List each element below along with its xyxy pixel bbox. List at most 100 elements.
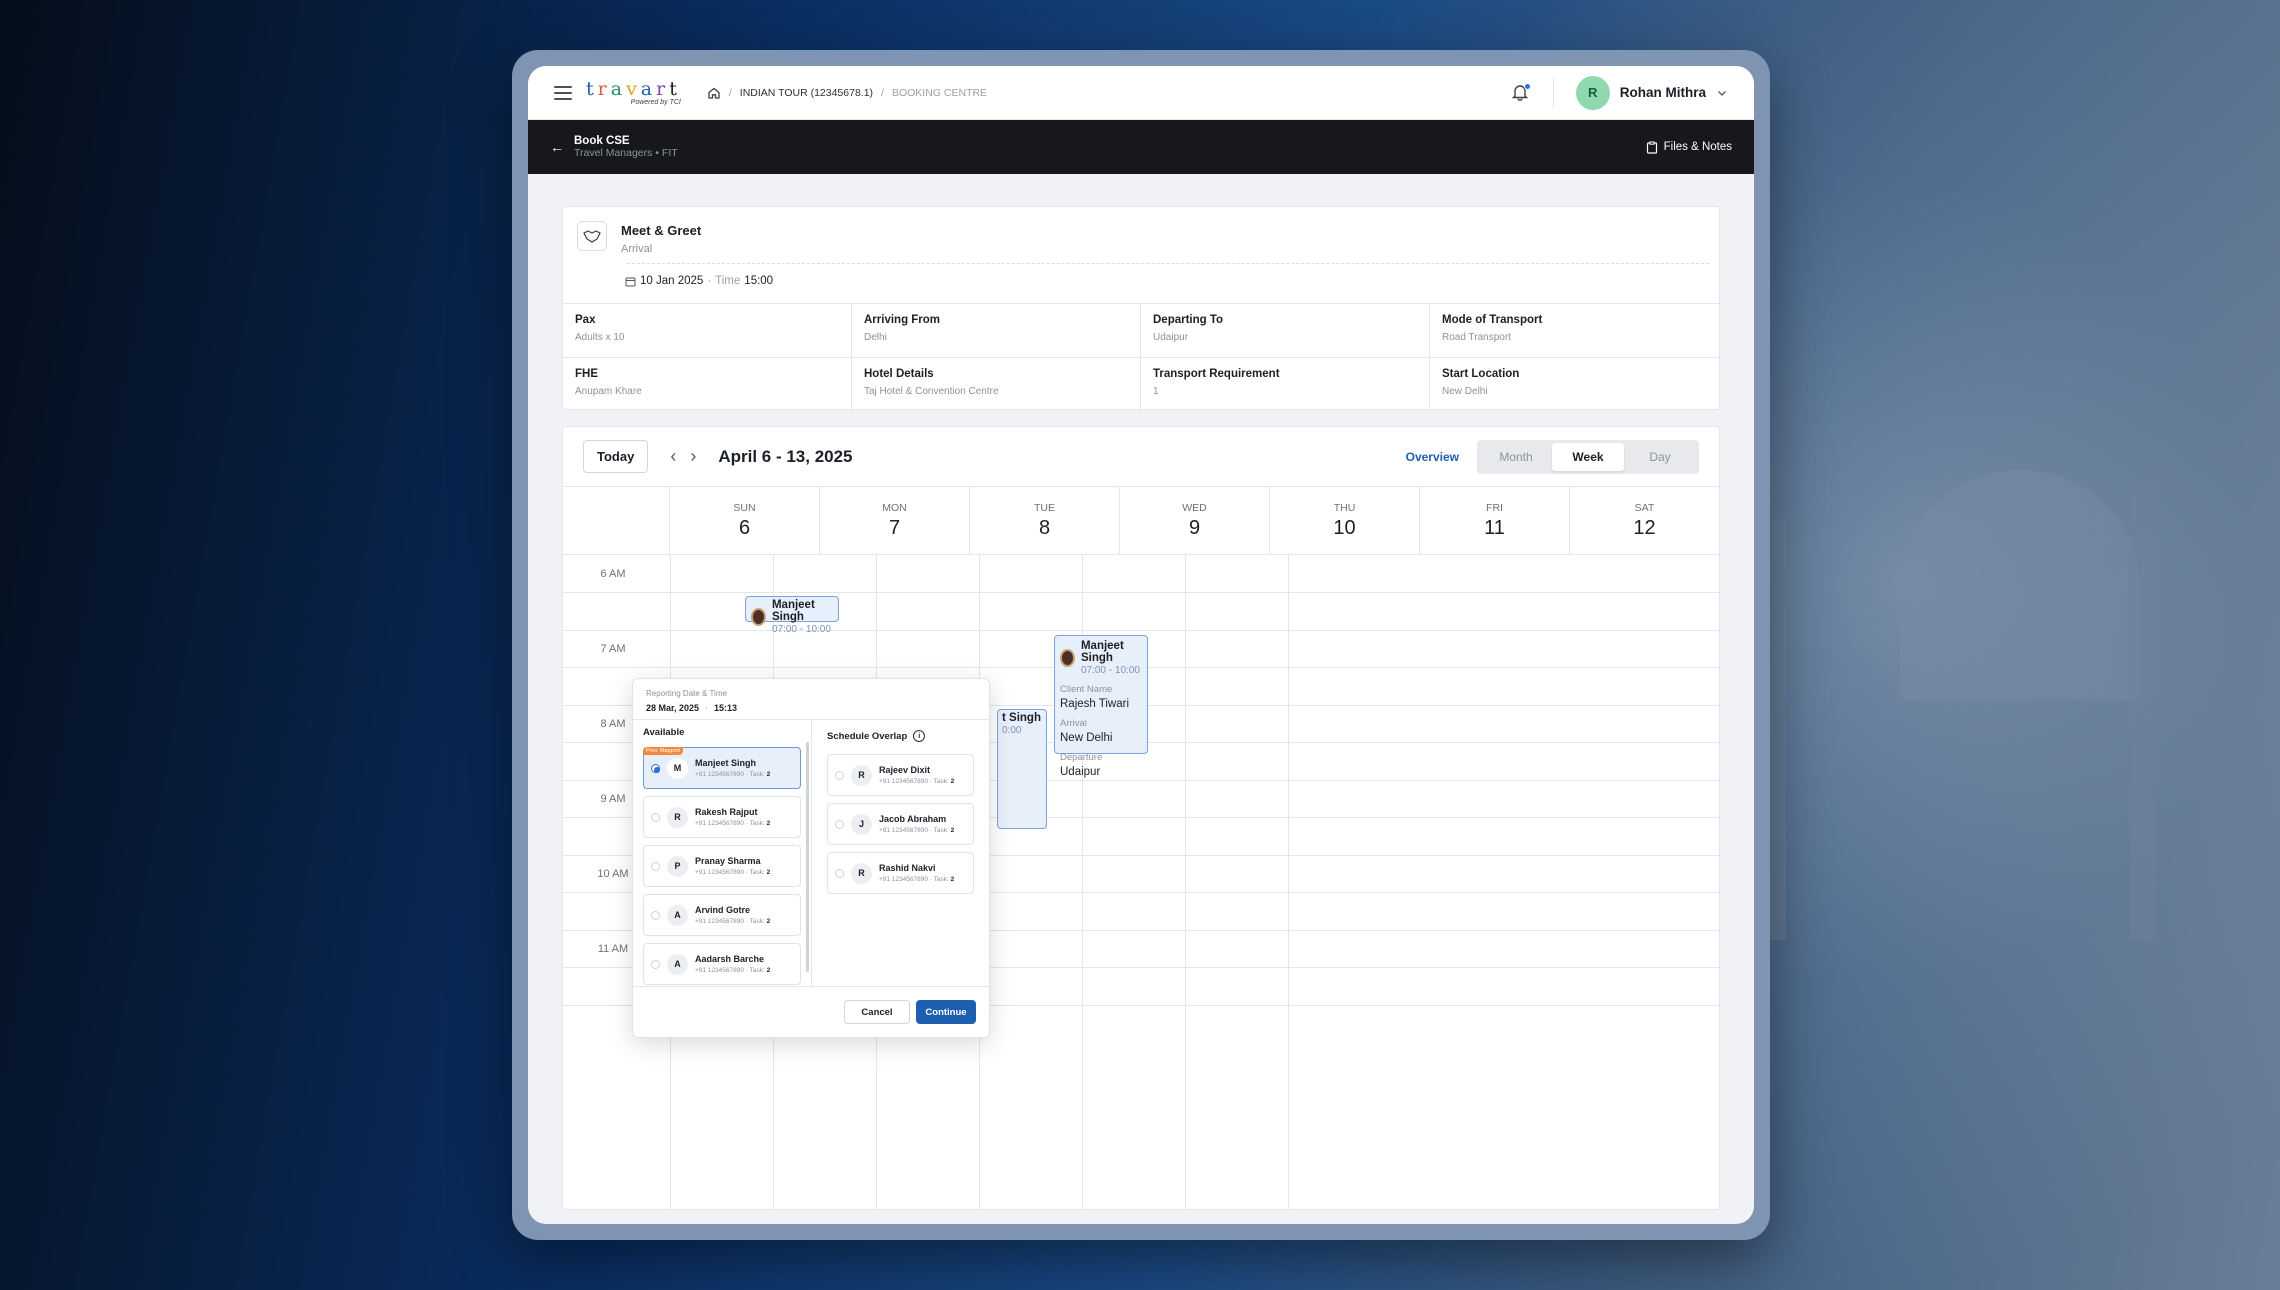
info-icon[interactable]: i xyxy=(913,730,926,742)
avatar xyxy=(1060,649,1075,667)
event-card[interactable]: t Singh 0:00 xyxy=(997,709,1047,829)
task-count: 2 xyxy=(766,771,771,778)
brand-wordmark: travart xyxy=(586,77,681,100)
task-label: Task: xyxy=(933,778,949,785)
detail-cell: Arriving From Delhi xyxy=(852,304,1141,358)
brand-sub: Powered by TCI xyxy=(630,98,681,106)
cancel-button[interactable]: Cancel xyxy=(844,1000,910,1024)
detail-value: Adults x 10 xyxy=(575,332,625,343)
day-name: SAT xyxy=(1634,501,1655,514)
task-label: Task: xyxy=(933,876,949,883)
menu-icon[interactable] xyxy=(554,85,572,100)
overview-link[interactable]: Overview xyxy=(1406,450,1459,464)
view-week[interactable]: Week xyxy=(1552,442,1624,471)
home-icon[interactable] xyxy=(707,86,721,100)
day-number: 8 xyxy=(1038,516,1051,539)
event-name: Manjeet Singh xyxy=(1080,640,1124,664)
day-header[interactable]: FRI 11 xyxy=(1420,487,1570,554)
breadcrumb-separator: / xyxy=(728,86,732,99)
today-button[interactable]: Today xyxy=(583,440,649,473)
radio-button[interactable] xyxy=(835,868,844,878)
avatar xyxy=(751,608,766,626)
detail-cell: Departing To Udaipur xyxy=(1141,304,1430,358)
day-header[interactable]: WED 9 xyxy=(1120,487,1270,554)
overlap-title: Schedule Overlap xyxy=(827,730,908,742)
person-name: Pranay Sharma xyxy=(695,856,761,866)
device-frame: travart Powered by TCI / INDIAN TOUR (12… xyxy=(512,50,1770,1240)
avatar: A xyxy=(667,904,688,926)
person-meta: +91 1234567890 · Task: 2 xyxy=(695,967,771,974)
detail-value: Delhi xyxy=(864,332,887,343)
radio-button[interactable] xyxy=(651,959,660,969)
person-name: Aadarsh Barche xyxy=(695,954,765,964)
person-phone: +91 1234567890 xyxy=(695,820,744,827)
reporting-datetime: 28 Mar, 2025 · 15:13 xyxy=(646,703,976,713)
calendar-icon xyxy=(625,277,636,286)
available-person[interactable]: P Pranay Sharma +91 1234567890 · Task: 2 xyxy=(643,845,801,887)
overlap-header: Schedule Overlap i xyxy=(827,730,974,742)
day-name: THU xyxy=(1333,501,1356,514)
files-notes-button[interactable]: Files & Notes xyxy=(1646,141,1732,154)
time-label: 6 AM xyxy=(600,568,626,580)
day-header[interactable]: SUN 6 xyxy=(670,487,820,554)
overlap-person[interactable]: J Jacob Abraham +91 1234567890 · Task: 2 xyxy=(827,803,974,845)
available-person[interactable]: A Arvind Gotre +91 1234567890 · Task: 2 xyxy=(643,894,801,936)
brand-logo[interactable]: travart Powered by TCI xyxy=(586,77,681,106)
task-label: Task: xyxy=(749,869,765,876)
day-number: 6 xyxy=(738,516,751,539)
scrollbar[interactable] xyxy=(806,742,809,972)
chevron-left-icon[interactable]: ‹ xyxy=(670,446,676,467)
task-count: 2 xyxy=(766,967,771,974)
back-arrow-icon[interactable]: ← xyxy=(550,139,564,155)
radio-button[interactable] xyxy=(651,861,660,871)
task-count: 2 xyxy=(950,876,955,883)
detail-label: FHE xyxy=(575,368,598,380)
continue-button[interactable]: Continue xyxy=(916,1000,976,1024)
person-meta: +91 1234567890 · Task: 2 xyxy=(695,771,771,778)
day-header[interactable]: TUE 8 xyxy=(970,487,1120,554)
day-header[interactable]: MON 7 xyxy=(820,487,970,554)
day-name: MON xyxy=(882,501,907,514)
available-person[interactable]: Prev. Mapped M Manjeet Singh +91 1234567… xyxy=(643,747,801,789)
notification-bell-icon[interactable] xyxy=(1511,82,1531,103)
person-name: Manjeet Singh xyxy=(695,758,757,768)
view-day[interactable]: Day xyxy=(1624,443,1696,471)
chevron-right-icon[interactable]: › xyxy=(690,446,696,467)
event-card[interactable]: Manjeet Singh 07:00 - 10:00 Client Name R… xyxy=(1054,635,1148,778)
available-person[interactable]: R Rakesh Rajput +91 1234567890 · Task: 2 xyxy=(643,796,801,838)
breadcrumb-tour[interactable]: INDIAN TOUR (12345678.1) xyxy=(740,87,873,99)
person-meta: +91 1234567890 · Task: 2 xyxy=(695,869,771,876)
detail-value: 1 xyxy=(1153,386,1159,397)
top-right-actions: R Rohan Mithra xyxy=(1511,75,1728,110)
avatar: M xyxy=(667,757,688,779)
breadcrumb-section: BOOKING CENTRE xyxy=(891,86,988,99)
task-label: Task: xyxy=(749,967,765,974)
event-name: t Singh xyxy=(1002,712,1041,724)
view-month[interactable]: Month xyxy=(1480,443,1552,471)
person-name: Rakesh Rajput xyxy=(695,807,758,817)
event-card[interactable]: Manjeet Singh 07:00 - 10:00 xyxy=(745,596,839,635)
person-name: Rajeev Dixit xyxy=(879,765,931,775)
event-field-label: Arrival xyxy=(1060,718,1087,729)
radio-button[interactable] xyxy=(651,763,660,773)
day-header[interactable]: THU 10 xyxy=(1270,487,1420,554)
service-datetime: 10 Jan 2025 · Time 15:00 xyxy=(625,275,773,287)
overlap-person[interactable]: R Rashid Nakvi +91 1234567890 · Task: 2 xyxy=(827,852,974,894)
radio-button[interactable] xyxy=(835,770,844,780)
day-number: 12 xyxy=(1633,516,1656,539)
day-header[interactable]: SAT 12 xyxy=(1570,487,1719,554)
detail-cell: Pax Adults x 10 xyxy=(563,304,852,358)
avatar: R xyxy=(667,806,688,828)
view-switcher: Month Week Day xyxy=(1477,439,1699,474)
radio-button[interactable] xyxy=(835,819,844,829)
reporting-label: Reporting Date & Time xyxy=(646,689,727,698)
detail-cell: Mode of Transport Road Transport xyxy=(1430,304,1719,358)
available-person[interactable]: A Aadarsh Barche +91 1234567890 · Task: … xyxy=(643,943,801,985)
radio-button[interactable] xyxy=(651,812,660,822)
chevron-down-icon xyxy=(1718,90,1726,96)
radio-button[interactable] xyxy=(651,910,660,920)
overlap-person[interactable]: R Rajeev Dixit +91 1234567890 · Task: 2 xyxy=(827,754,974,796)
user-menu[interactable]: R Rohan Mithra xyxy=(1575,75,1728,110)
detail-label: Hotel Details xyxy=(864,368,934,380)
person-phone: +91 1234567890 xyxy=(695,967,744,974)
